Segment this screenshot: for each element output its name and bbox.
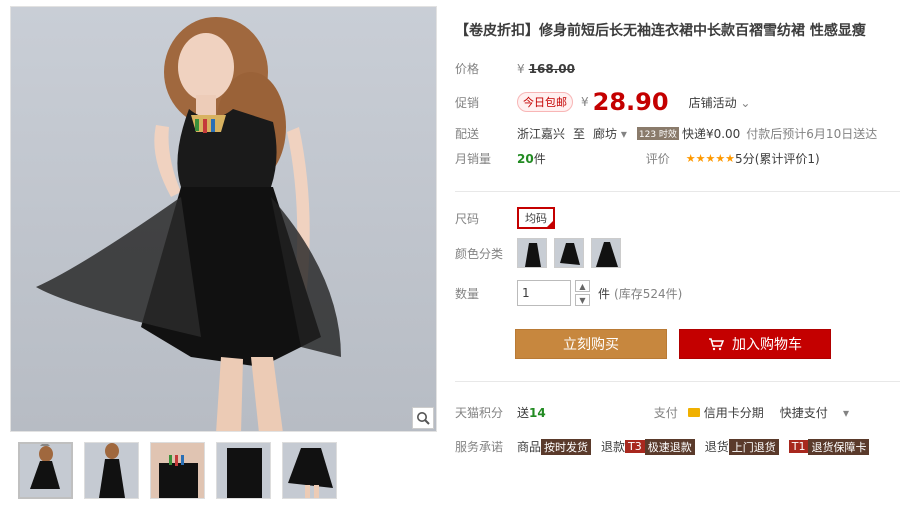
promo-row: 促销 今日包邮 ¥ 28.90 店铺活动 ⌄ xyxy=(455,88,750,116)
caret-down-icon: ▾ xyxy=(617,127,627,141)
size-option[interactable]: 均码 xyxy=(517,207,555,229)
destination-select[interactable]: 廊坊 ▾ xyxy=(593,125,627,142)
divider xyxy=(455,381,900,382)
service-label: 服务承诺 xyxy=(455,440,504,454)
shipping-label: 配送 xyxy=(455,127,480,141)
refund-prefix: 退款 xyxy=(601,440,626,454)
points-label: 天猫积分 xyxy=(455,406,504,420)
promo-price: 28.90 xyxy=(592,88,669,116)
express-fee: 快递¥0.00 xyxy=(681,127,741,141)
stock-text: (库存524件) xyxy=(614,286,683,301)
card-t1-badge: T1 xyxy=(788,440,809,453)
pay-label: 支付 xyxy=(653,406,678,420)
color-option-2[interactable] xyxy=(554,238,584,268)
color-label: 颜色分类 xyxy=(455,246,504,261)
free-shipping-badge: 今日包邮 xyxy=(517,92,573,112)
return-prefix: 退货 xyxy=(704,440,729,454)
thumbnail-5[interactable] xyxy=(282,442,337,499)
product-title: 【卷皮折扣】修身前短后长无袖连衣裙中长款百褶雪纺裙 性感显瘦 xyxy=(455,23,866,39)
review-label: 评价 xyxy=(645,152,670,166)
points-row: 天猫积分 送 14 支付 信用卡分期 快捷支付 ▾ xyxy=(455,404,849,421)
size-row: 尺码 均码 xyxy=(455,207,555,229)
divider xyxy=(455,191,900,192)
on-time-shipping-badge: 按时发货 xyxy=(541,438,592,455)
price-row: 价格 ¥ 168.00 xyxy=(455,60,575,77)
speed-badge: 123 时效 xyxy=(636,127,679,140)
quick-pay-select[interactable]: 快捷支付 ▾ xyxy=(780,404,849,421)
add-to-cart-label: 加入购物车 xyxy=(732,337,802,353)
quantity-unit: 件 xyxy=(598,286,611,301)
shipping-to-word: 至 xyxy=(573,127,586,141)
home-return-badge: 上门退货 xyxy=(728,438,779,455)
review-count-link[interactable]: (累计评价1) xyxy=(755,150,820,167)
promo-currency: ¥ xyxy=(581,95,589,109)
thumbnail-3[interactable] xyxy=(150,442,205,499)
sales-count: 20 xyxy=(517,151,534,166)
credit-installment[interactable]: 信用卡分期 xyxy=(704,404,764,421)
product-gallery xyxy=(10,6,437,499)
sales-unit: 件 xyxy=(533,152,546,166)
color-row: 颜色分类 xyxy=(455,238,628,268)
shop-activity-link[interactable]: 店铺活动 ⌄ xyxy=(689,94,751,111)
review-score: 5分 xyxy=(735,152,755,166)
quantity-row: 数量 1 ▲ ▼ 件 (库存524件) xyxy=(455,280,682,306)
refund-t3-badge: T3 xyxy=(625,440,645,453)
points-prefix: 送 xyxy=(517,406,530,420)
original-price: 168.00 xyxy=(528,61,575,76)
model-photo xyxy=(36,17,341,431)
size-label: 尺码 xyxy=(455,211,480,226)
thumbnail-4[interactable] xyxy=(216,442,271,499)
quantity-label: 数量 xyxy=(455,286,480,301)
service-row: 服务承诺 商品 按时发货 退款 T3 极速退款 退货 上门退货 T1 退货保障卡 xyxy=(455,438,870,455)
promo-label: 促销 xyxy=(455,95,480,110)
thumbnail-2[interactable] xyxy=(84,442,139,499)
shipping-from: 浙江嘉兴 xyxy=(517,127,566,141)
shipping-row: 配送 浙江嘉兴 至 廊坊 ▾ 123 时效 快递¥0.00 付款后预计6月10日… xyxy=(455,125,877,142)
sales-label: 月销量 xyxy=(455,152,492,166)
thumbnail-strip xyxy=(18,442,337,499)
caret-down-icon: ▾ xyxy=(827,406,850,420)
color-option-3[interactable] xyxy=(591,238,621,268)
star-rating-icon: ★★★★★ xyxy=(685,152,736,165)
sales-row: 月销量 20 件 评价 ★★★★★ 5分 (累计评价1) xyxy=(455,150,820,167)
zoom-icon[interactable] xyxy=(412,407,434,429)
cart-icon xyxy=(709,338,724,351)
decrease-icon[interactable]: ▼ xyxy=(575,294,590,306)
color-option-1[interactable] xyxy=(517,238,547,268)
thumbnail-1[interactable] xyxy=(18,442,73,499)
main-product-image[interactable] xyxy=(10,6,437,432)
return-card-badge: 退货保障卡 xyxy=(808,438,870,455)
quantity-input[interactable]: 1 xyxy=(517,280,571,306)
delivery-eta: 付款后预计6月10日送达 xyxy=(746,127,878,141)
add-to-cart-button[interactable]: 加入购物车 xyxy=(679,329,831,359)
points-value: 14 xyxy=(529,405,546,420)
price-currency: ¥ xyxy=(517,61,525,76)
price-label: 价格 xyxy=(455,62,480,76)
increase-icon[interactable]: ▲ xyxy=(575,280,590,292)
goods-prefix: 商品 xyxy=(517,440,542,454)
credit-card-icon xyxy=(687,408,700,417)
fast-refund-badge: 极速退款 xyxy=(644,438,695,455)
quantity-stepper: ▲ ▼ xyxy=(575,280,590,306)
chevron-down-icon: ⌄ xyxy=(736,95,751,110)
buy-now-button[interactable]: 立刻购买 xyxy=(515,329,667,359)
